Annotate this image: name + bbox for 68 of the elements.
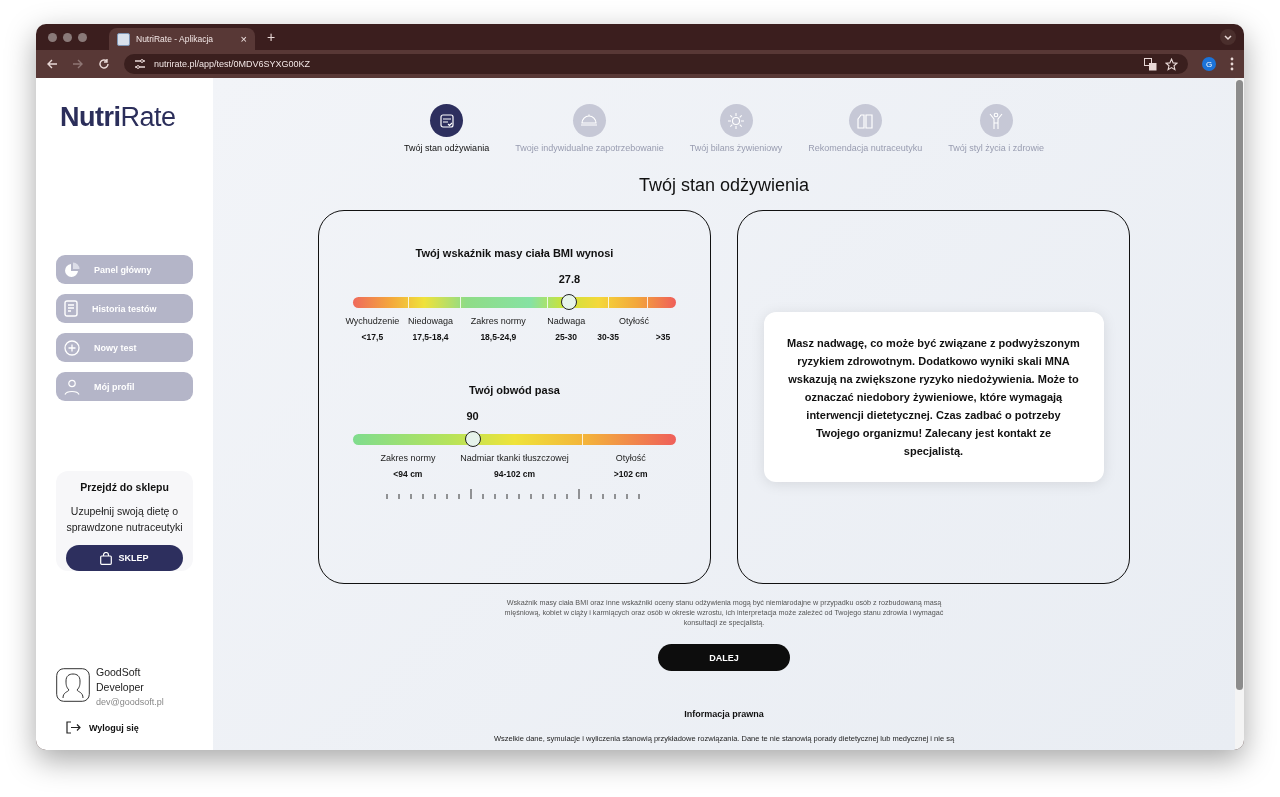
profile-button[interactable]: G [1202,57,1216,71]
waist-title: Twój obwód pasa [469,384,560,396]
shopping-bag-icon [100,551,113,565]
waist-range-value: 94-102 cm [493,469,536,479]
bmi-value: 27.8 [558,273,581,285]
bmi-range-value: >35 [655,332,671,342]
bmi-range-value: 30-35 [597,332,620,342]
shop-text: Uzupełnij swoją dietę o sprawdzone nutraceutyki [66,504,183,535]
step-tab[interactable]: Twoje indywidualne zapotrzebowanie [515,104,664,153]
logout-link[interactable]: Wyloguj się [66,721,193,734]
window-zoom-button[interactable] [78,32,87,42]
shop-button[interactable]: SKLEP [66,545,183,571]
address-field[interactable]: nutrirate.pl/app/test/0MDV6SYXG00KZ [124,54,1188,74]
add-circle-icon [64,339,80,356]
window-close-button[interactable] [48,32,57,42]
step-tab[interactable]: Rekomendacja nutraceutyku [808,104,923,153]
new-tab-button[interactable]: + [267,29,276,45]
waist-value: 90 [466,410,479,422]
window-minimize-button[interactable] [63,32,72,42]
bmi-category-label: Wychudzenie [345,316,400,326]
bmi-range-value: 25-30 [555,332,578,342]
site-settings-icon[interactable] [134,58,146,70]
waist-category-label: Zakres normy [380,453,436,463]
more-menu-icon[interactable] [1230,57,1234,71]
bookmark-star-icon[interactable] [1165,57,1178,71]
sun-icon [727,111,745,130]
result-message: Masz nadwagę, co może być związane z podwyższonym ryzykiem zdrowotnym. Dodatkowo wyniki skali MNA wskazują na zwiększone ryzyko niedożywienia. Może to oznaczać niedobory żywieniowe, które wymagają interwencji dietetycznej. Czas zadbać o potrzeby Twojego organizmu! Zalecany jest kontakt ze specjalistą. [763,312,1104,482]
bmi-category-label: Otyłość [619,316,649,326]
forward-icon[interactable] [72,58,84,70]
tab-search-icon[interactable] [1220,29,1236,45]
waist-range-value: <94 cm [393,469,423,479]
logout-icon [66,721,81,734]
step-tab[interactable]: Twój bilans żywieniowy [689,104,783,153]
bmi-category-label: Zakres normy [470,316,526,326]
pie-chart-icon [64,261,80,278]
shop-title: Przejdź do sklepu [79,481,170,493]
step-tab[interactable]: Twój stan odżywiania [404,104,490,153]
browser-tab[interactable]: NutriRate - Aplikacja × [109,28,255,50]
translate-icon[interactable] [1144,57,1157,71]
next-button[interactable]: DALEJ [658,644,790,671]
step-tab[interactable]: Twój styl życia i zdrowie [948,104,1044,153]
logo: NutriRate [60,102,177,133]
checklist-icon [438,112,455,129]
bmi-category-label: Niedowaga [408,316,454,326]
waist-category-label: Otyłość [615,453,646,463]
user-name: GoodSoft Developer [96,665,145,695]
legal-title: Informacja prawna [684,709,764,719]
user-icon [64,378,80,395]
favicon-icon [117,32,130,46]
figure-icon [988,111,1005,130]
bmi-title: Twój wskaźnik masy ciała BMI wynosi [415,247,614,259]
avatar-icon [56,668,90,702]
bmi-range-value: 17,5-18,4 [412,332,449,342]
user-email: dev@goodsoft.pl [96,697,164,707]
bmi-range-value: <17,5 [361,332,384,342]
reload-icon[interactable] [98,58,110,70]
bmi-range-value: 18,5-24,9 [480,332,517,342]
tab-title: NutriRate - Aplikacja [136,34,214,44]
bmi-category-label: Nadwaga [547,316,586,326]
back-icon[interactable] [46,58,58,70]
scrollbar-thumb[interactable] [1236,80,1243,690]
waist-range-value: >102 cm [613,469,648,479]
page-title: Twój stan odżywienia [638,175,810,196]
boxes-icon [856,112,875,129]
document-icon [64,300,78,317]
waist-category-label: Nadmiar tkanki tłuszczowej [460,453,569,463]
cloche-icon [580,112,599,129]
close-tab-button[interactable]: × [240,33,247,45]
